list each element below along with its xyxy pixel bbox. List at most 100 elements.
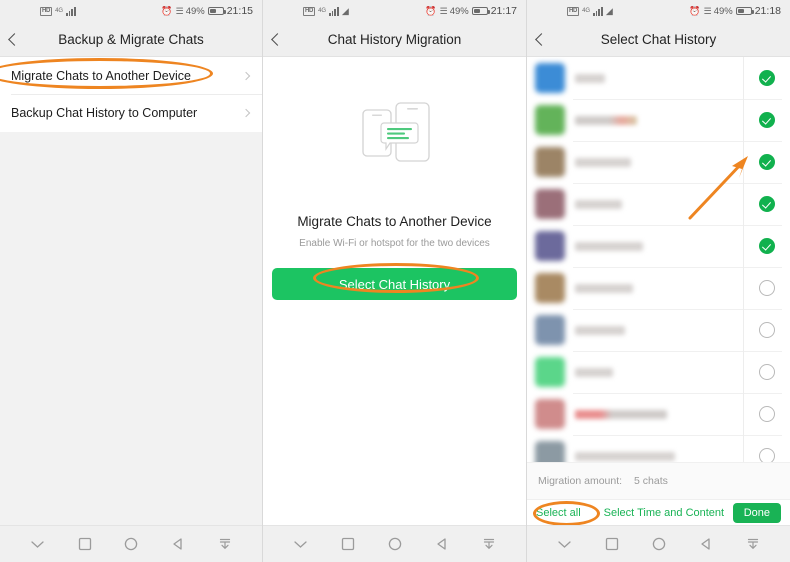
- triangle-back-icon[interactable]: [699, 537, 713, 551]
- screen-chat-history-migration: HD 4G ◢ ⏰ ☰ 49% 21:17 Chat History Migra…: [263, 0, 527, 562]
- chat-list-item[interactable]: [527, 141, 790, 183]
- download-icon[interactable]: [482, 537, 496, 551]
- clock-label: 21:15: [226, 5, 253, 17]
- page-title: Select Chat History: [600, 31, 717, 47]
- checkmark-icon: [759, 112, 775, 128]
- alarm-icon: ⏰: [425, 5, 437, 16]
- avatar: [535, 231, 565, 261]
- chat-select-toggle[interactable]: [743, 267, 790, 309]
- avatar: [535, 147, 565, 177]
- chat-list-item[interactable]: [527, 99, 790, 141]
- vibrate-icon: ☰: [439, 5, 448, 16]
- sidebar-item-migrate-chats[interactable]: Migrate Chats to Another Device: [0, 57, 262, 94]
- status-left-icons: HD 4G ◢: [303, 5, 349, 16]
- status-bar-left: HD 4G ⏰ ☰ 49% 21:15: [0, 0, 262, 22]
- chat-list-item[interactable]: [527, 225, 790, 267]
- screen-backup-migrate-chats: HD 4G ⏰ ☰ 49% 21:15 Backup & Migrate Cha…: [0, 0, 263, 562]
- status-bar-mid: HD 4G ◢ ⏰ ☰ 49% 21:17: [263, 0, 526, 22]
- chat-list-item[interactable]: [527, 351, 790, 393]
- hd-icon: HD: [567, 6, 580, 16]
- done-button[interactable]: Done: [732, 502, 781, 523]
- avatar: [535, 357, 565, 387]
- chat-list-item[interactable]: [527, 267, 790, 309]
- chat-list-item[interactable]: [527, 183, 790, 225]
- checkmark-icon: [759, 70, 775, 86]
- avatar: [535, 63, 565, 93]
- chat-name-redacted: [575, 73, 605, 83]
- migration-heading: Migrate Chats to Another Device: [297, 214, 492, 229]
- vibrate-icon: ☰: [175, 5, 184, 16]
- select-time-and-content-button[interactable]: Select Time and Content: [604, 507, 724, 519]
- network-type-label: 4G: [55, 8, 64, 14]
- chat-name-redacted: [575, 199, 622, 209]
- avatar: [535, 399, 565, 429]
- chat-select-toggle[interactable]: [743, 393, 790, 435]
- chevron-right-icon: [241, 71, 251, 80]
- circle-icon[interactable]: [388, 537, 402, 551]
- navigation-bar-left: [0, 525, 262, 562]
- empty-circle-icon: [759, 280, 775, 296]
- clock-label: 21:18: [754, 5, 781, 17]
- screen-select-chat-history: HD 4G ◢ ⏰ ☰ 49% 21:18 Select Chat Histor…: [527, 0, 790, 562]
- checkmark-icon: [759, 238, 775, 254]
- chat-select-toggle[interactable]: [743, 351, 790, 393]
- list-item-label: Migrate Chats to Another Device: [11, 68, 191, 83]
- triangle-back-icon[interactable]: [435, 537, 449, 551]
- chevron-down-icon[interactable]: [30, 539, 45, 549]
- status-left-icons: HD 4G ◢: [567, 5, 613, 16]
- circle-icon[interactable]: [124, 537, 138, 551]
- signal-bars-icon: [329, 6, 339, 16]
- chat-name-redacted: [575, 157, 631, 167]
- chat-select-toggle[interactable]: [743, 57, 790, 99]
- chat-select-toggle[interactable]: [743, 309, 790, 351]
- empty-circle-icon: [759, 364, 775, 380]
- chat-list-item[interactable]: [527, 435, 790, 462]
- migration-content: Migrate Chats to Another Device Enable W…: [263, 57, 526, 525]
- select-all-button[interactable]: Select all: [536, 507, 581, 519]
- chevron-down-icon[interactable]: [293, 539, 308, 549]
- battery-icon: [471, 6, 490, 16]
- settings-list: Migrate Chats to Another Device Backup C…: [0, 57, 262, 131]
- chat-select-toggle[interactable]: [743, 141, 790, 183]
- vibrate-icon: ☰: [703, 5, 712, 16]
- download-icon[interactable]: [218, 537, 232, 551]
- checkmark-icon: [759, 154, 775, 170]
- wifi-icon: ◢: [605, 5, 613, 16]
- wifi-icon: ◢: [341, 5, 349, 16]
- list-item-label: Backup Chat History to Computer: [11, 105, 198, 120]
- square-icon[interactable]: [78, 537, 92, 551]
- battery-icon: [207, 6, 226, 16]
- alarm-icon: ⏰: [161, 5, 173, 16]
- chat-list-item[interactable]: [527, 57, 790, 99]
- action-bar: Select all Select Time and Content Done: [527, 499, 790, 525]
- chat-select-toggle[interactable]: [743, 99, 790, 141]
- checkmark-icon: [759, 196, 775, 212]
- sidebar-item-backup-to-computer[interactable]: Backup Chat History to Computer: [0, 94, 262, 131]
- navigation-bar-mid: [263, 525, 526, 562]
- migration-subtext: Enable Wi-Fi or hotspot for the two devi…: [299, 238, 490, 249]
- chat-select-toggle[interactable]: [743, 225, 790, 267]
- avatar: [535, 315, 565, 345]
- battery-icon: [735, 6, 754, 16]
- status-right-icons: ⏰ ☰ 49% 21:17: [425, 5, 517, 17]
- status-bar-right: HD 4G ◢ ⏰ ☰ 49% 21:18: [527, 0, 790, 22]
- square-icon[interactable]: [605, 537, 619, 551]
- triangle-back-icon[interactable]: [171, 537, 185, 551]
- chat-list-item[interactable]: [527, 393, 790, 435]
- chevron-down-icon[interactable]: [557, 539, 572, 549]
- square-icon[interactable]: [341, 537, 355, 551]
- chat-name-redacted: [575, 241, 643, 251]
- page-title: Chat History Migration: [327, 31, 462, 47]
- status-right-icons: ⏰ ☰ 49% 21:18: [689, 5, 781, 17]
- download-icon[interactable]: [746, 537, 760, 551]
- migration-amount-value: 5 chats: [634, 475, 668, 487]
- chat-select-toggle[interactable]: [743, 435, 790, 462]
- select-chat-history-button[interactable]: Select Chat History: [272, 268, 517, 300]
- chat-name-redacted: [575, 367, 613, 377]
- chat-select-toggle[interactable]: [743, 183, 790, 225]
- chat-list-item[interactable]: [527, 309, 790, 351]
- chat-name-redacted: [575, 325, 625, 335]
- circle-icon[interactable]: [652, 537, 666, 551]
- migration-amount-label: Migration amount:: [538, 475, 623, 487]
- signal-bars-icon: [593, 6, 603, 16]
